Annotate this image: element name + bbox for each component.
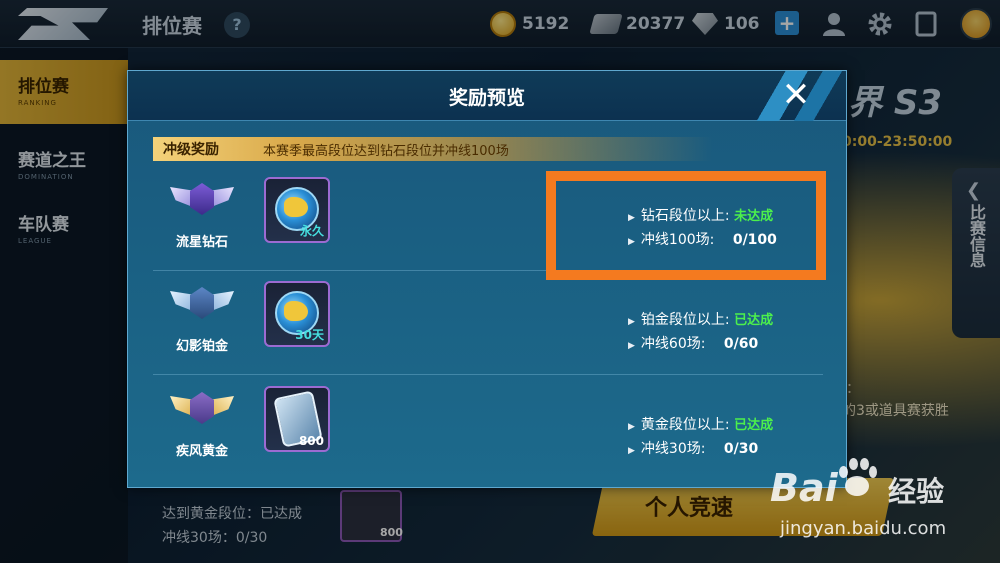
promo-label: 冲级奖励 [163,142,219,158]
reward-duration: 30天 [295,328,324,342]
reward-row-platinum: 幻影铂金 30天 ▶ 铂金段位以上: 已达成 ▶ 冲线60场: 0/60 [128,271,846,375]
reward-card[interactable]: 30天 [264,281,330,347]
triangle-right-icon: ▶ [628,422,635,432]
requirement-status: 已达成 [734,313,774,328]
watermark-brand: Bai [770,466,838,510]
rank-name: 幻影铂金 [175,339,228,354]
platinum-rank-icon [170,283,234,329]
requirement-races: ▶ 冲线60场: 0/60 [628,333,758,353]
reward-row-gold: 疾风黄金 800 ▶ 黄金段位以上: 已达成 ▶ 冲线30场: 0/30 [128,376,846,480]
watermark-url: jingyan.baidu.com [780,518,947,539]
row-divider [153,374,823,375]
requirement-progress: 0/30 [723,441,759,457]
requirement-label: 冲线30场: [640,441,706,457]
requirement-progress: 0/60 [723,336,759,352]
modal-title: 奖励预览 [448,87,525,109]
close-button[interactable]: ✕ [778,77,814,113]
requirement-status: 已达成 [734,418,774,433]
triangle-right-icon: ▶ [628,317,635,327]
reward-card[interactable]: 800 [264,386,330,452]
reward-count: 800 [298,434,324,448]
rank-name: 疾风黄金 [175,444,228,459]
paw-icon [835,456,877,498]
reward-card[interactable]: 永久 [264,177,330,243]
diamond-rank-icon [170,179,234,225]
gold-rank-icon [170,388,234,434]
watermark-brand-suffix: 经验 [888,475,945,508]
requirement-races: ▶ 冲线30场: 0/30 [628,438,758,458]
reward-duration: 永久 [299,224,324,238]
requirement-label: 冲线60场: [640,336,706,352]
modal-header: 奖励预览 ✕ [128,71,846,121]
annotation-highlight-box [546,171,826,280]
triangle-right-icon: ▶ [628,446,635,456]
promo-description: 本赛季最高段位达到钻石段位并冲线100场 [263,144,509,159]
requirement-label: 黄金段位以上: [640,417,730,433]
requirement-label: 铂金段位以上: [640,312,730,328]
rank-name: 流星钻石 [175,235,228,250]
requirement-rank: ▶ 黄金段位以上: 已达成 [628,414,773,434]
triangle-right-icon: ▶ [628,341,635,351]
requirement-rank: ▶ 铂金段位以上: 已达成 [628,309,773,329]
promo-banner: 冲级奖励 本赛季最高段位达到钻石段位并冲线100场 [153,137,713,161]
